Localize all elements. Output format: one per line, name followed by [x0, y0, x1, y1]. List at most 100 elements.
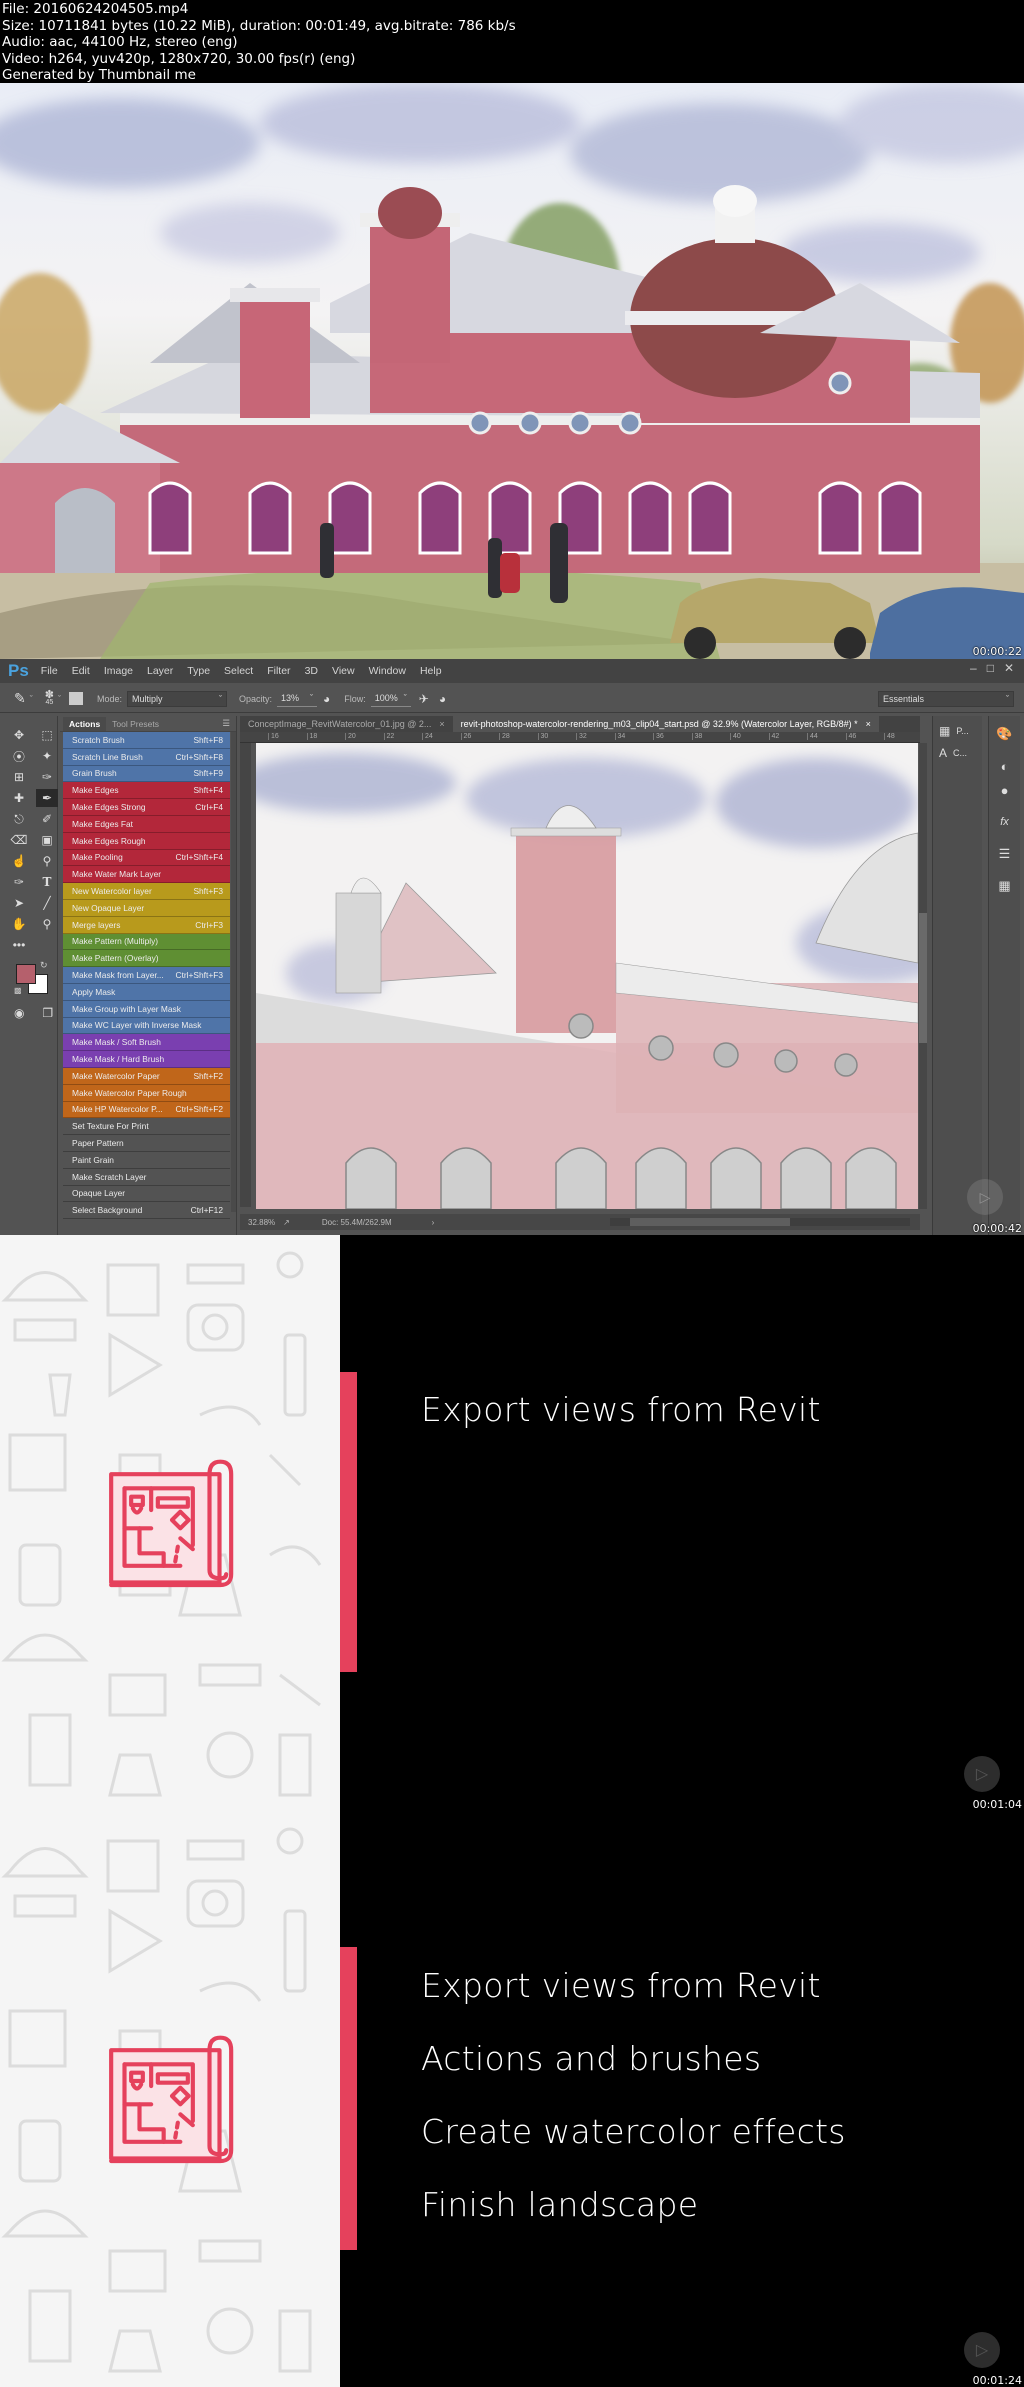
close-tab-icon[interactable]: ×	[866, 719, 871, 729]
opacity-input[interactable]: 13% ˇ	[276, 691, 317, 707]
brush-preset-picker[interactable]: ✽ 45	[45, 689, 54, 707]
action-item[interactable]: Make Watercolor Paper Rough	[63, 1084, 230, 1102]
canvas-vertical-scrollbar[interactable]	[919, 743, 927, 1209]
action-item[interactable]: Grain Brush Shft+F9	[63, 765, 230, 783]
quick-mask-icon[interactable]: ◉	[10, 1004, 29, 1022]
eyedropper-tool-icon[interactable]: ✑	[36, 768, 58, 786]
brush-tool-icon[interactable]: ✒	[36, 789, 58, 807]
history-brush-tool-icon[interactable]: ✐	[36, 810, 58, 828]
menu-layer[interactable]: Layer	[147, 665, 173, 677]
layers-icon[interactable]: ☰	[989, 842, 1020, 866]
dock-label[interactable]: C...	[953, 748, 967, 758]
menu-window[interactable]: Window	[369, 665, 406, 677]
action-item[interactable]: Make Mask / Hard Brush	[63, 1051, 230, 1068]
share-icon[interactable]: ↗	[283, 1218, 290, 1227]
line-tool-icon[interactable]: ╱	[36, 894, 58, 912]
brush-panel-icon[interactable]	[68, 692, 83, 705]
action-item[interactable]: Make WC Layer with Inverse Mask	[63, 1017, 230, 1035]
action-item[interactable]: Make Edges Shft+F4	[63, 782, 230, 800]
character-styles-icon[interactable]: A	[939, 746, 947, 760]
layer-styles-icon[interactable]: fx	[989, 810, 1020, 834]
menu-filter[interactable]: Filter	[267, 665, 290, 677]
more-tools-icon[interactable]: •••	[8, 936, 30, 954]
chevron-down-icon[interactable]: ˇ	[58, 694, 61, 704]
action-item[interactable]: Make Pattern (Overlay)	[63, 950, 230, 968]
gradient-tool-icon[interactable]: ▣	[36, 831, 58, 849]
action-item[interactable]: Paint Grain	[63, 1151, 230, 1169]
brush-tool-icon[interactable]: ✎	[14, 690, 26, 707]
type-tool-icon[interactable]: T	[36, 873, 58, 891]
actions-scrollbar[interactable]	[231, 732, 236, 1212]
menu-image[interactable]: Image	[104, 665, 133, 677]
eraser-tool-icon[interactable]: ⌫	[8, 831, 30, 849]
menu-view[interactable]: View	[332, 665, 355, 677]
crop-tool-icon[interactable]: ⊞	[8, 768, 30, 786]
action-item[interactable]: Make Watercolor Paper Shft+F2	[63, 1067, 230, 1085]
action-item[interactable]: Make Water Mark Layer	[63, 866, 230, 884]
clone-stamp-tool-icon[interactable]: ⎋	[8, 810, 30, 828]
action-item[interactable]: Make Mask from Layer... Ctrl+Shft+F3	[63, 967, 230, 984]
magic-wand-tool-icon[interactable]: ✦	[36, 747, 58, 765]
menu-3d[interactable]: 3D	[305, 665, 318, 677]
action-item[interactable]: Make HP Watercolor P... Ctrl+Shft+F2	[63, 1101, 230, 1119]
menu-help[interactable]: Help	[420, 665, 442, 677]
action-item[interactable]: Scratch Line Brush Ctrl+Shft+F8	[63, 748, 230, 766]
screen-mode-icon[interactable]: ❐	[39, 1004, 58, 1022]
document-tab[interactable]: ConceptImage_RevitWatercolor_01.jpg @ 2.…	[240, 716, 453, 732]
minimize-icon[interactable]: –	[970, 661, 977, 675]
menu-select[interactable]: Select	[224, 665, 253, 677]
path-selection-tool-icon[interactable]: ➤	[8, 894, 30, 912]
move-tool-icon[interactable]: ✥	[8, 726, 30, 744]
action-item[interactable]: Make Edges Fat	[63, 815, 230, 833]
document-tab-active[interactable]: revit-photoshop-watercolor-rendering_m03…	[452, 716, 879, 732]
pressure-size-icon[interactable]: ◕	[439, 692, 446, 706]
smudge-tool-icon[interactable]: ☝	[8, 852, 30, 870]
hand-tool-icon[interactable]: ✋	[8, 915, 30, 933]
chevron-down-icon[interactable]: ˇ	[30, 694, 33, 704]
dodge-tool-icon[interactable]: ⚲	[36, 852, 58, 870]
action-item[interactable]: Make Group with Layer Mask	[63, 1000, 230, 1018]
default-colors-icon[interactable]: ▩	[14, 986, 22, 995]
dock-label[interactable]: P...	[956, 726, 968, 736]
mode-select[interactable]: Multiply ˇ	[126, 690, 227, 707]
action-item[interactable]: Make Scratch Layer	[63, 1168, 230, 1186]
action-item[interactable]: Set Texture For Print	[63, 1118, 230, 1136]
zoom-level[interactable]: 32.88%	[248, 1218, 275, 1227]
action-item[interactable]: Apply Mask	[63, 983, 230, 1001]
pen-tool-icon[interactable]: ✑	[8, 873, 30, 891]
healing-brush-tool-icon[interactable]: ✚	[8, 789, 30, 807]
workspace-select[interactable]: Essentials ˇ	[878, 690, 1014, 707]
pressure-opacity-icon[interactable]: ◕	[323, 692, 330, 706]
action-item[interactable]: Make Mask / Soft Brush	[63, 1034, 230, 1052]
menu-type[interactable]: Type	[187, 665, 210, 677]
adjustments-icon[interactable]: ◐	[989, 754, 1020, 778]
action-item[interactable]: Select Background Ctrl+F12	[63, 1202, 230, 1220]
action-item[interactable]: Make Pooling Ctrl+Shft+F4	[63, 849, 230, 867]
action-item[interactable]: New Opaque Layer	[63, 899, 230, 917]
foreground-color-swatch[interactable]	[16, 964, 36, 984]
maximize-icon[interactable]: □	[987, 661, 994, 675]
action-item[interactable]: Merge layers Ctrl+F3	[63, 916, 230, 934]
action-item[interactable]: New Watercolor layer Shft+F3	[63, 883, 230, 900]
flow-input[interactable]: 100% ˇ	[370, 691, 411, 707]
tab-actions[interactable]: Actions	[63, 716, 107, 731]
action-item[interactable]: Paper Pattern	[63, 1135, 230, 1152]
zoom-tool-icon[interactable]: ⚲	[36, 915, 58, 933]
action-item[interactable]: Make Edges Strong Ctrl+F4	[63, 799, 230, 816]
menu-file[interactable]: File	[41, 665, 58, 677]
close-tab-icon[interactable]: ×	[439, 719, 444, 729]
marquee-tool-icon[interactable]: ⬚	[36, 726, 58, 744]
action-item[interactable]: Scratch Brush Shft+F8	[63, 732, 230, 749]
action-item[interactable]: Make Pattern (Multiply)	[63, 933, 230, 951]
action-item[interactable]: Opaque Layer	[63, 1185, 230, 1203]
menu-edit[interactable]: Edit	[72, 665, 90, 677]
tab-tool-presets[interactable]: Tool Presets	[106, 717, 165, 731]
paragraph-styles-icon[interactable]: ▦	[939, 724, 950, 738]
action-item[interactable]: Make Edges Rough	[63, 832, 230, 850]
panel-menu-icon[interactable]: ☰	[222, 718, 230, 729]
document-canvas[interactable]	[256, 743, 918, 1209]
color-palette-icon[interactable]: 🎨	[989, 722, 1020, 746]
horizontal-scrollbar[interactable]	[610, 1218, 910, 1226]
swap-colors-icon[interactable]: ↻	[40, 960, 48, 971]
grid-icon[interactable]: ▦	[989, 874, 1020, 898]
